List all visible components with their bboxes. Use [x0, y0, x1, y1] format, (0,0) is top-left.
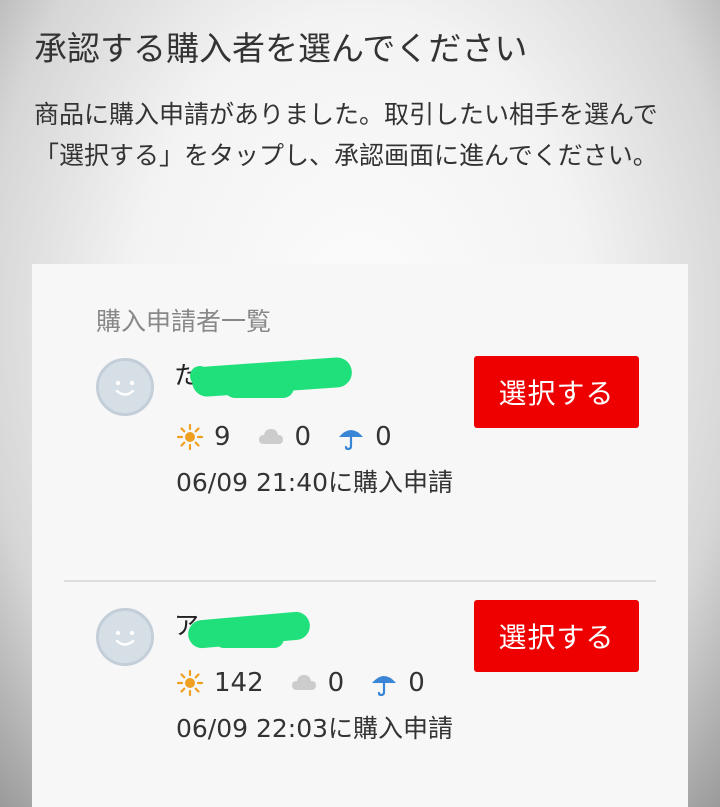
sun-icon: [176, 423, 204, 451]
page-title: 承認する購入者を選んでください: [34, 29, 528, 68]
select-button[interactable]: 選択する: [474, 600, 639, 672]
rating-bad: 0: [337, 422, 392, 452]
applicant-row: ア 選択する 142 0 0 06/09 22:03に購入申請: [64, 600, 656, 807]
rating-bad-count: 0: [408, 668, 425, 698]
rating-bad-count: 0: [375, 422, 392, 452]
rating-bad: 0: [370, 668, 425, 698]
avatar[interactable]: [96, 358, 154, 416]
rating-good: 9: [176, 422, 231, 452]
rating-normal: 0: [290, 668, 345, 698]
rating-normal-count: 0: [327, 668, 345, 698]
rating-row: 9 0 0: [176, 420, 418, 454]
applicant-row: た 選択する 9 0 0 06/09 21:40に購入申請: [64, 356, 656, 582]
umbrella-icon: [339, 430, 364, 451]
request-time: 06/09 21:40に購入申請: [176, 468, 454, 497]
select-button[interactable]: 選択する: [474, 356, 639, 428]
request-time: 06/09 22:03に購入申請: [176, 714, 454, 743]
cloud-icon: [258, 429, 283, 444]
cloud-icon: [291, 675, 316, 690]
redaction-mark: [214, 628, 284, 648]
page-description: 商品に購入申請がありました。取引したい相手を選んで「選択する」をタップし、承認画…: [34, 100, 658, 170]
sun-icon: [176, 669, 204, 697]
rating-row: 142 0 0: [176, 666, 451, 700]
rating-normal: 0: [257, 422, 312, 452]
rating-good-count: 9: [214, 422, 231, 452]
rating-normal-count: 0: [294, 422, 312, 452]
redaction-mark: [224, 376, 294, 398]
default-avatar-icon: [115, 380, 135, 396]
default-avatar-icon: [115, 630, 135, 646]
applicant-list-card: 購入申請者一覧 た 選択する 9 0 0 06/09 21:40に購入申請 ア …: [32, 264, 688, 807]
section-title: 購入申請者一覧: [96, 307, 272, 336]
avatar[interactable]: [96, 608, 154, 666]
rating-good: 142: [176, 668, 264, 698]
rating-good-count: 142: [214, 668, 264, 698]
redaction-mark: [190, 366, 210, 386]
umbrella-icon: [372, 676, 397, 697]
